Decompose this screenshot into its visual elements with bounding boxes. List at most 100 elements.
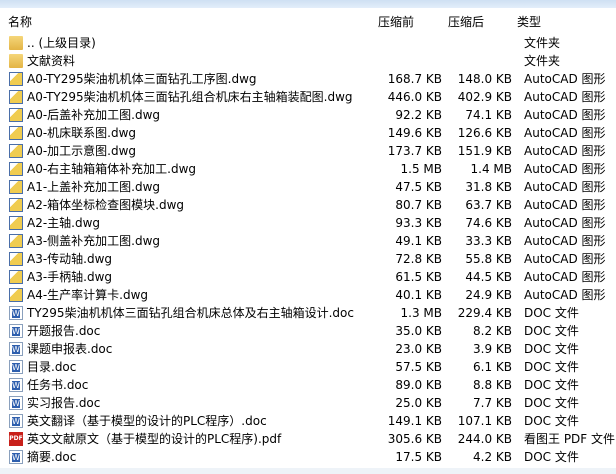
size-before: 25.0 KB [395, 396, 442, 410]
size-after: 148.0 KB [457, 72, 512, 86]
file-name: A0-加工示意图.dwg [27, 144, 137, 158]
column-before[interactable]: 压缩前 [378, 13, 414, 30]
file-name: 英文翻译（基于模型的设计的PLC程序）.doc [27, 414, 267, 428]
file-name: 文献资料 [27, 54, 76, 68]
dwg-icon [9, 288, 23, 302]
file-name: A0-后盖补充加工图.dwg [27, 108, 161, 122]
size-before: 61.5 KB [395, 270, 442, 284]
dwg-icon [9, 270, 23, 284]
file-row[interactable]: A0-右主轴箱箱体补充加工.dwg 1.5 MB 1.4 MB AutoCAD … [0, 160, 616, 178]
dwg-icon [9, 126, 23, 140]
doc-icon [9, 414, 23, 428]
column-type[interactable]: 类型 [517, 13, 541, 30]
size-before: 446.0 KB [387, 90, 442, 104]
file-name: A3-手柄轴.dwg [27, 270, 113, 284]
file-row[interactable]: A0-机床联系图.dwg 149.6 KB 126.6 KB AutoCAD 图… [0, 124, 616, 142]
size-after: 74.6 KB [465, 216, 512, 230]
file-row[interactable]: 开题报告.doc 35.0 KB 8.2 KB DOC 文件 [0, 322, 616, 340]
file-row[interactable]: 摘要.doc 17.5 KB 4.2 KB DOC 文件 [0, 448, 616, 466]
file-row[interactable]: 实习报告.doc 25.0 KB 7.7 KB DOC 文件 [0, 394, 616, 412]
file-row[interactable]: TY295柴油机机体三面钻孔组合机床总体及右主轴箱设计.doc 1.3 MB 2… [0, 304, 616, 322]
doc-icon [9, 306, 23, 320]
dwg-icon [9, 252, 23, 266]
column-header: 名称 压缩前 压缩后 类型 [0, 8, 616, 32]
file-type: AutoCAD 图形 [524, 288, 606, 302]
file-type: DOC 文件 [524, 306, 579, 320]
file-name: A0-TY295柴油机机体三面钻孔工序图.dwg [27, 72, 257, 86]
file-row[interactable]: 任务书.doc 89.0 KB 8.8 KB DOC 文件 [0, 376, 616, 394]
file-type: AutoCAD 图形 [524, 90, 606, 104]
file-type: DOC 文件 [524, 324, 579, 338]
size-before: 80.7 KB [395, 198, 442, 212]
file-row[interactable]: A0-加工示意图.dwg 173.7 KB 151.9 KB AutoCAD 图… [0, 142, 616, 160]
file-type: AutoCAD 图形 [524, 72, 606, 86]
file-row[interactable]: A2-箱体坐标检查图模块.dwg 80.7 KB 63.7 KB AutoCAD… [0, 196, 616, 214]
file-name: A2-主轴.dwg [27, 216, 101, 230]
size-before: 92.2 KB [395, 108, 442, 122]
file-row[interactable]: 文献资料 文件夹 [0, 52, 616, 70]
file-type: DOC 文件 [524, 450, 579, 464]
file-row[interactable]: A0-TY295柴油机机体三面钻孔组合机床右主轴箱装配图.dwg 446.0 K… [0, 88, 616, 106]
size-after: 24.9 KB [465, 288, 512, 302]
file-type: DOC 文件 [524, 342, 579, 356]
file-type: DOC 文件 [524, 414, 579, 428]
size-after: 1.4 MB [470, 162, 512, 176]
size-after: 244.0 KB [457, 432, 512, 446]
dwg-icon [9, 144, 23, 158]
size-after: 44.5 KB [465, 270, 512, 284]
pdf-icon: PDF [9, 432, 23, 446]
file-type: DOC 文件 [524, 396, 579, 410]
file-row[interactable]: 课题申报表.doc 23.0 KB 3.9 KB DOC 文件 [0, 340, 616, 358]
size-after: 151.9 KB [457, 144, 512, 158]
size-before: 305.6 KB [387, 432, 442, 446]
size-after: 229.4 KB [457, 306, 512, 320]
file-name: .. (上级目录) [27, 36, 96, 50]
file-row[interactable]: A4-生产率计算卡.dwg 40.1 KB 24.9 KB AutoCAD 图形 [0, 286, 616, 304]
doc-icon [9, 360, 23, 374]
file-type: 文件夹 [524, 36, 561, 50]
file-name: A3-传动轴.dwg [27, 252, 113, 266]
size-after: 126.6 KB [457, 126, 512, 140]
size-before: 40.1 KB [395, 288, 442, 302]
size-after: 4.2 KB [473, 450, 512, 464]
size-after: 8.8 KB [473, 378, 512, 392]
file-type: AutoCAD 图形 [524, 126, 606, 140]
file-name: 课题申报表.doc [27, 342, 113, 356]
file-type: AutoCAD 图形 [524, 198, 606, 212]
column-name[interactable]: 名称 [8, 13, 32, 30]
file-name: 目录.doc [27, 360, 77, 374]
file-name: TY295柴油机机体三面钻孔组合机床总体及右主轴箱设计.doc [27, 306, 354, 320]
file-row[interactable]: A0-后盖补充加工图.dwg 92.2 KB 74.1 KB AutoCAD 图… [0, 106, 616, 124]
file-type: AutoCAD 图形 [524, 234, 606, 248]
file-row[interactable]: A3-传动轴.dwg 72.8 KB 55.8 KB AutoCAD 图形 [0, 250, 616, 268]
file-name: 摘要.doc [27, 450, 77, 464]
file-type: AutoCAD 图形 [524, 108, 606, 122]
file-row[interactable]: PDF 英文文献原文（基于模型的设计的PLC程序).pdf 305.6 KB 2… [0, 430, 616, 448]
dwg-icon [9, 162, 23, 176]
file-type: AutoCAD 图形 [524, 216, 606, 230]
file-row[interactable]: 目录.doc 57.5 KB 6.1 KB DOC 文件 [0, 358, 616, 376]
file-type: AutoCAD 图形 [524, 180, 606, 194]
file-row[interactable]: .. (上级目录) 文件夹 [0, 34, 616, 52]
folder-icon [9, 54, 23, 68]
file-row[interactable]: A3-手柄轴.dwg 61.5 KB 44.5 KB AutoCAD 图形 [0, 268, 616, 286]
size-after: 107.1 KB [457, 414, 512, 428]
file-row[interactable]: A1-上盖补充加工图.dwg 47.5 KB 31.8 KB AutoCAD 图… [0, 178, 616, 196]
folder-icon [9, 36, 23, 50]
size-after: 74.1 KB [465, 108, 512, 122]
doc-icon [9, 342, 23, 356]
doc-icon [9, 396, 23, 410]
file-row[interactable]: A3-侧盖补充加工图.dwg 49.1 KB 33.3 KB AutoCAD 图… [0, 232, 616, 250]
size-before: 1.5 MB [400, 162, 442, 176]
file-row[interactable]: A0-TY295柴油机机体三面钻孔工序图.dwg 168.7 KB 148.0 … [0, 70, 616, 88]
file-name: 任务书.doc [27, 378, 89, 392]
file-row[interactable]: 英文翻译（基于模型的设计的PLC程序）.doc 149.1 KB 107.1 K… [0, 412, 616, 430]
file-row[interactable]: A2-主轴.dwg 93.3 KB 74.6 KB AutoCAD 图形 [0, 214, 616, 232]
file-type: AutoCAD 图形 [524, 252, 606, 266]
size-before: 49.1 KB [395, 234, 442, 248]
column-after[interactable]: 压缩后 [448, 13, 484, 30]
dwg-icon [9, 234, 23, 248]
size-after: 55.8 KB [465, 252, 512, 266]
file-name: 实习报告.doc [27, 396, 101, 410]
file-type: DOC 文件 [524, 378, 579, 392]
